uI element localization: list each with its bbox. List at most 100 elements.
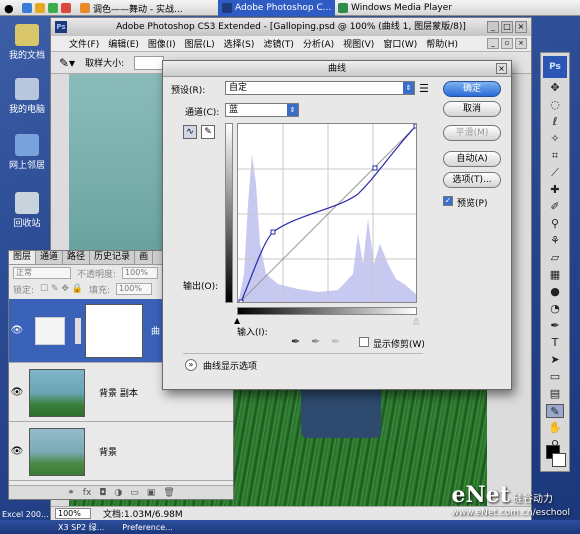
menu-analysis[interactable]: 分析(A) [303,37,334,50]
black-point-slider-icon[interactable]: ▲ [234,317,240,325]
curve-point-shadow[interactable] [270,229,276,235]
close-icon[interactable]: × [496,63,507,74]
chevron-down-icon[interactable]: » [185,359,197,371]
apple-menu-icon[interactable]: ● [4,2,14,15]
minimize-button[interactable]: _ [487,21,499,33]
group-icon[interactable]: ▭ [130,488,139,498]
link-icon[interactable] [75,317,81,344]
gray-eyedropper-icon[interactable]: ✒ [311,335,320,348]
gradient-tool-icon[interactable]: ▦ [546,268,564,282]
doc-restore-button[interactable]: ▫ [501,38,513,49]
lasso-tool-icon[interactable]: ℓ [546,115,564,129]
eye-icon[interactable]: 👁 [9,446,25,457]
menu-layer[interactable]: 图层(L) [185,37,215,50]
curves-svg[interactable] [238,124,417,303]
taskbar-item[interactable]: X3 SP2 绿... [58,522,104,533]
dodge-tool-icon[interactable]: ◔ [546,302,564,316]
white-eyedropper-icon[interactable]: ✒ [331,335,340,348]
move-tool-icon[interactable]: ✥ [546,81,564,95]
tab-channels[interactable]: 通道 [36,251,64,264]
preview-checkbox[interactable]: ✓ [443,196,453,206]
menu-edit[interactable]: 编辑(E) [108,37,139,50]
blend-mode-select[interactable]: 正常 [13,267,71,279]
menu-select[interactable]: 选择(S) [224,37,255,50]
stamp-tool-icon[interactable]: ⚲ [546,217,564,231]
app-icon[interactable] [61,3,71,13]
new-layer-icon[interactable]: ▣ [147,488,156,498]
lock-icons[interactable]: ☐ ✎ ✥ 🔒 [40,284,83,294]
desktop-icon-my-computer[interactable]: 我的电脑 [4,78,50,115]
menu-view[interactable]: 视图(V) [343,37,374,50]
window-title-bar[interactable]: Ps Adobe Photoshop CS3 Extended - [Gallo… [51,18,531,36]
fill-field[interactable]: 100% [116,283,153,295]
pen-tool-icon[interactable]: ✒ [546,319,564,333]
ie-icon[interactable] [22,3,32,13]
folder-icon[interactable] [35,3,45,13]
curve-point-highlight[interactable] [372,165,378,171]
mask-icon[interactable]: ◘ [99,488,106,498]
eye-icon[interactable]: 👁 [9,325,25,336]
curves-graph[interactable] [237,123,417,303]
preset-select[interactable]: 自定 ⇕ [225,81,415,95]
cancel-button[interactable]: 取消 [443,101,501,117]
tab-paths[interactable]: 路径 [63,251,91,264]
magic-wand-tool-icon[interactable]: ✧ [546,132,564,146]
shape-tool-icon[interactable]: ▭ [546,370,564,384]
media-icon[interactable] [48,3,58,13]
hand-tool-icon[interactable]: ✋ [546,421,564,435]
link-layers-icon[interactable]: ⚭ [67,488,75,498]
pencil-mode-icon[interactable]: ✎ [201,125,215,139]
doc-close-button[interactable]: × [515,38,527,49]
auto-button[interactable]: 自动(A) [443,151,501,167]
task-button-tutorial[interactable]: 调色——舞动 - 实战... [80,2,183,15]
desktop-icon-my-documents[interactable]: 我的文档 [4,24,50,61]
path-select-tool-icon[interactable]: ➤ [546,353,564,367]
dialog-title-bar[interactable]: 曲线 × [163,61,511,77]
excel-label[interactable]: Excel 200... [2,510,54,519]
channel-select[interactable]: 蓝 ⇕ [225,103,299,117]
tab-brushes[interactable]: 画 [135,251,154,264]
curve-display-options-label[interactable]: 曲线显示选项 [203,359,257,372]
eye-icon[interactable]: 👁 [9,387,25,398]
menu-window[interactable]: 窗口(W) [383,37,417,50]
doc-size[interactable]: 文档:1.03M/6.98M [103,507,183,520]
zoom-field[interactable]: 100% [55,508,91,519]
maximize-button[interactable]: □ [501,21,513,33]
type-tool-icon[interactable]: T [546,336,564,350]
task-button-media-player[interactable]: Windows Media Player [338,2,452,14]
curve-point-black[interactable] [238,299,244,303]
healing-tool-icon[interactable]: ✚ [546,183,564,197]
desktop-icon-recycle-bin[interactable]: 回收站 [4,192,50,229]
curve-point-white[interactable] [413,124,417,129]
show-clipping-checkbox[interactable] [359,337,369,347]
notes-tool-icon[interactable]: ▤ [546,387,564,401]
options-button[interactable]: 选项(T)... [443,172,501,188]
background-color-swatch[interactable] [552,453,566,467]
smooth-button[interactable]: 平滑(M) [443,125,501,141]
opacity-field[interactable]: 100% [122,267,159,279]
fx-icon[interactable]: fx [83,488,92,498]
preset-menu-icon[interactable]: ☰ [419,82,429,95]
blur-tool-icon[interactable]: ● [546,285,564,299]
taskbar-item[interactable]: Preference... [122,523,173,532]
eraser-tool-icon[interactable]: ▱ [546,251,564,265]
crop-tool-icon[interactable]: ⌗ [546,149,564,163]
menu-image[interactable]: 图像(I) [148,37,176,50]
adjustment-icon[interactable]: ◑ [114,488,122,498]
history-brush-tool-icon[interactable]: ⚘ [546,234,564,248]
brush-tool-icon[interactable]: ✐ [546,200,564,214]
layer-mask-thumbnail[interactable] [85,303,143,358]
tab-history[interactable]: 历史记录 [90,251,136,264]
preview-label[interactable]: 预览(P) [457,196,487,209]
close-button[interactable]: × [515,21,527,33]
ok-button[interactable]: 确定 [443,81,501,97]
marquee-tool-icon[interactable]: ◌ [546,98,564,112]
slice-tool-icon[interactable]: ⟋ [546,166,564,180]
menu-filter[interactable]: 滤镜(T) [263,37,294,50]
layer-row-background[interactable]: 👁 背景 [9,423,233,481]
sample-size-select[interactable] [134,55,165,70]
doc-minimize-button[interactable]: _ [487,38,499,49]
show-clipping-label[interactable]: 显示修剪(W) [373,337,425,350]
curve-point-mode-icon[interactable]: ∿ [183,125,197,139]
eyedropper-tool-icon[interactable]: ✎▾ [59,56,75,70]
